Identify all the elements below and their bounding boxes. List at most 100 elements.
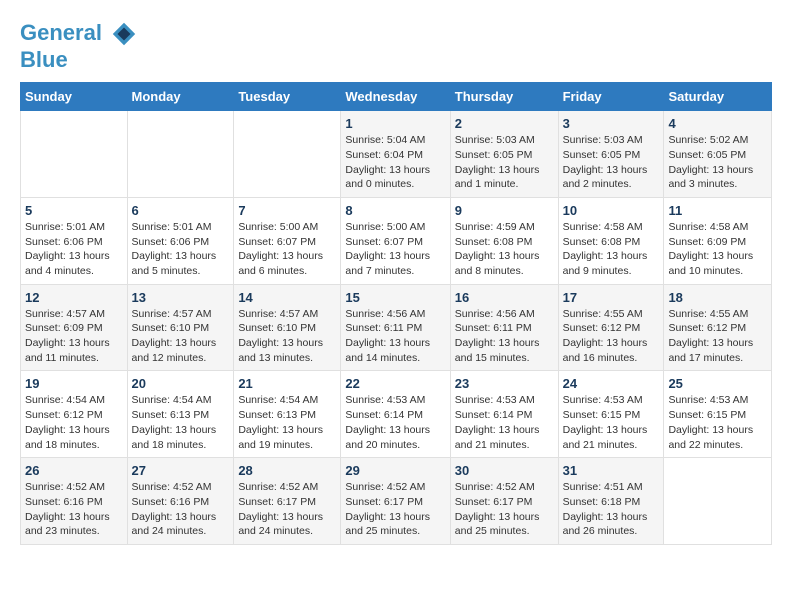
calendar-cell: 22Sunrise: 4:53 AMSunset: 6:14 PMDayligh…: [341, 371, 450, 458]
calendar-week-row: 12 Sunrise: 4:57 AMSunset: 6:09 PMDayligh…: [21, 284, 772, 371]
calendar-cell: [664, 458, 772, 545]
day-number: 2: [455, 116, 554, 131]
calendar-cell: 26 Sunrise: 4:52 AMSunset: 6:16 PMDayligh…: [21, 458, 128, 545]
weekday-header: Sunday: [21, 83, 128, 111]
day-number: 21: [238, 376, 336, 391]
calendar-week-row: 5 Sunrise: 5:01 AMSunset: 6:06 PMDaylight…: [21, 197, 772, 284]
day-info: Sunrise: 5:00 AMSunset: 6:07 PMDaylight:…: [345, 220, 445, 279]
day-number: 10: [563, 203, 660, 218]
calendar-cell: 17 Sunrise: 4:55 AMSunset: 6:12 PMDayligh…: [558, 284, 664, 371]
day-number: 26: [25, 463, 123, 478]
day-number: 4: [668, 116, 767, 131]
day-info: Sunrise: 4:52 AMSunset: 6:16 PMDaylight:…: [25, 480, 123, 539]
day-info: Sunrise: 4:58 AMSunset: 6:09 PMDaylight:…: [668, 220, 767, 279]
calendar-cell: 16 Sunrise: 4:56 AMSunset: 6:11 PMDayligh…: [450, 284, 558, 371]
calendar-cell: 12 Sunrise: 4:57 AMSunset: 6:09 PMDayligh…: [21, 284, 128, 371]
calendar-cell: 18 Sunrise: 4:55 AMSunset: 6:12 PMDayligh…: [664, 284, 772, 371]
day-info: Sunrise: 4:56 AMSunset: 6:11 PMDaylight:…: [455, 307, 554, 366]
calendar-cell: 14 Sunrise: 4:57 AMSunset: 6:10 PMDayligh…: [234, 284, 341, 371]
day-number: 14: [238, 290, 336, 305]
day-number: 18: [668, 290, 767, 305]
weekday-header: Thursday: [450, 83, 558, 111]
calendar-cell: 29 Sunrise: 4:52 AMSunset: 6:17 PMDayligh…: [341, 458, 450, 545]
calendar-week-row: 19 Sunrise: 4:54 AMSunset: 6:12 PMDayligh…: [21, 371, 772, 458]
calendar-week-row: 1 Sunrise: 5:04 AMSunset: 6:04 PMDaylight…: [21, 111, 772, 198]
day-number: 24: [563, 376, 660, 391]
calendar-cell: [234, 111, 341, 198]
weekday-header: Tuesday: [234, 83, 341, 111]
day-info: Sunrise: 4:53 AMSunset: 6:15 PMDaylight:…: [668, 393, 767, 452]
day-info: Sunrise: 4:57 AMSunset: 6:10 PMDaylight:…: [238, 307, 336, 366]
calendar-cell: 19 Sunrise: 4:54 AMSunset: 6:12 PMDayligh…: [21, 371, 128, 458]
day-number: 16: [455, 290, 554, 305]
weekday-header: Friday: [558, 83, 664, 111]
weekday-header: Wednesday: [341, 83, 450, 111]
day-info: Sunrise: 4:52 AMSunset: 6:17 PMDaylight:…: [345, 480, 445, 539]
day-info: Sunrise: 5:00 AMSunset: 6:07 PMDaylight:…: [238, 220, 336, 279]
day-number: 25: [668, 376, 767, 391]
day-number: 30: [455, 463, 554, 478]
logo: General Blue: [20, 20, 138, 72]
day-number: 19: [25, 376, 123, 391]
day-info: Sunrise: 5:01 AMSunset: 6:06 PMDaylight:…: [25, 220, 123, 279]
day-info: Sunrise: 4:54 AMSunset: 6:13 PMDaylight:…: [132, 393, 230, 452]
day-number: 13: [132, 290, 230, 305]
calendar-cell: 1 Sunrise: 5:04 AMSunset: 6:04 PMDaylight…: [341, 111, 450, 198]
day-number: 29: [345, 463, 445, 478]
calendar-cell: 30 Sunrise: 4:52 AMSunset: 6:17 PMDayligh…: [450, 458, 558, 545]
day-info: Sunrise: 4:58 AMSunset: 6:08 PMDaylight:…: [563, 220, 660, 279]
day-info: Sunrise: 4:51 AMSunset: 6:18 PMDaylight:…: [563, 480, 660, 539]
day-number: 17: [563, 290, 660, 305]
calendar-cell: 21 Sunrise: 4:54 AMSunset: 6:13 PMDayligh…: [234, 371, 341, 458]
day-info: Sunrise: 4:59 AMSunset: 6:08 PMDaylight:…: [455, 220, 554, 279]
calendar-cell: 24 Sunrise: 4:53 AMSunset: 6:15 PMDayligh…: [558, 371, 664, 458]
day-info: Sunrise: 4:52 AMSunset: 6:17 PMDaylight:…: [455, 480, 554, 539]
weekday-header: Monday: [127, 83, 234, 111]
day-info: Sunrise: 4:57 AMSunset: 6:09 PMDaylight:…: [25, 307, 123, 366]
day-info: Sunrise: 4:54 AMSunset: 6:12 PMDaylight:…: [25, 393, 123, 452]
day-info: Sunrise: 4:57 AMSunset: 6:10 PMDaylight:…: [132, 307, 230, 366]
day-number: 15: [345, 290, 445, 305]
day-info: Sunrise: 4:52 AMSunset: 6:16 PMDaylight:…: [132, 480, 230, 539]
day-number: 22: [345, 376, 445, 391]
weekday-header: Saturday: [664, 83, 772, 111]
day-info: Sunrise: 4:54 AMSunset: 6:13 PMDaylight:…: [238, 393, 336, 452]
day-number: 9: [455, 203, 554, 218]
day-info: Sunrise: 4:53 AMSunset: 6:14 PMDaylight:…: [455, 393, 554, 452]
day-number: 27: [132, 463, 230, 478]
day-info: Sunrise: 4:55 AMSunset: 6:12 PMDaylight:…: [563, 307, 660, 366]
day-number: 12: [25, 290, 123, 305]
calendar-cell: 25 Sunrise: 4:53 AMSunset: 6:15 PMDayligh…: [664, 371, 772, 458]
day-number: 28: [238, 463, 336, 478]
weekday-row: SundayMondayTuesdayWednesdayThursdayFrid…: [21, 83, 772, 111]
day-number: 31: [563, 463, 660, 478]
calendar-cell: 10 Sunrise: 4:58 AMSunset: 6:08 PMDayligh…: [558, 197, 664, 284]
page-header: General Blue: [20, 20, 772, 72]
day-info: Sunrise: 4:55 AMSunset: 6:12 PMDaylight:…: [668, 307, 767, 366]
day-info: Sunrise: 5:04 AMSunset: 6:04 PMDaylight:…: [345, 133, 445, 192]
day-number: 6: [132, 203, 230, 218]
day-number: 11: [668, 203, 767, 218]
calendar-cell: 31 Sunrise: 4:51 AMSunset: 6:18 PMDayligh…: [558, 458, 664, 545]
day-number: 3: [563, 116, 660, 131]
day-number: 23: [455, 376, 554, 391]
logo-text: General: [20, 20, 138, 48]
day-number: 20: [132, 376, 230, 391]
calendar-cell: 13 Sunrise: 4:57 AMSunset: 6:10 PMDayligh…: [127, 284, 234, 371]
calendar-body: 1 Sunrise: 5:04 AMSunset: 6:04 PMDaylight…: [21, 111, 772, 545]
day-number: 1: [345, 116, 445, 131]
calendar-header: SundayMondayTuesdayWednesdayThursdayFrid…: [21, 83, 772, 111]
calendar-cell: 15Sunrise: 4:56 AMSunset: 6:11 PMDayligh…: [341, 284, 450, 371]
day-info: Sunrise: 5:02 AMSunset: 6:05 PMDaylight:…: [668, 133, 767, 192]
calendar-cell: 3Sunrise: 5:03 AMSunset: 6:05 PMDaylight…: [558, 111, 664, 198]
calendar-week-row: 26 Sunrise: 4:52 AMSunset: 6:16 PMDayligh…: [21, 458, 772, 545]
day-number: 7: [238, 203, 336, 218]
calendar-cell: 5 Sunrise: 5:01 AMSunset: 6:06 PMDaylight…: [21, 197, 128, 284]
day-number: 5: [25, 203, 123, 218]
calendar-cell: 9 Sunrise: 4:59 AMSunset: 6:08 PMDaylight…: [450, 197, 558, 284]
day-info: Sunrise: 5:01 AMSunset: 6:06 PMDaylight:…: [132, 220, 230, 279]
day-number: 8: [345, 203, 445, 218]
calendar-cell: 2Sunrise: 5:03 AMSunset: 6:05 PMDaylight…: [450, 111, 558, 198]
calendar-cell: [127, 111, 234, 198]
day-info: Sunrise: 4:53 AMSunset: 6:15 PMDaylight:…: [563, 393, 660, 452]
